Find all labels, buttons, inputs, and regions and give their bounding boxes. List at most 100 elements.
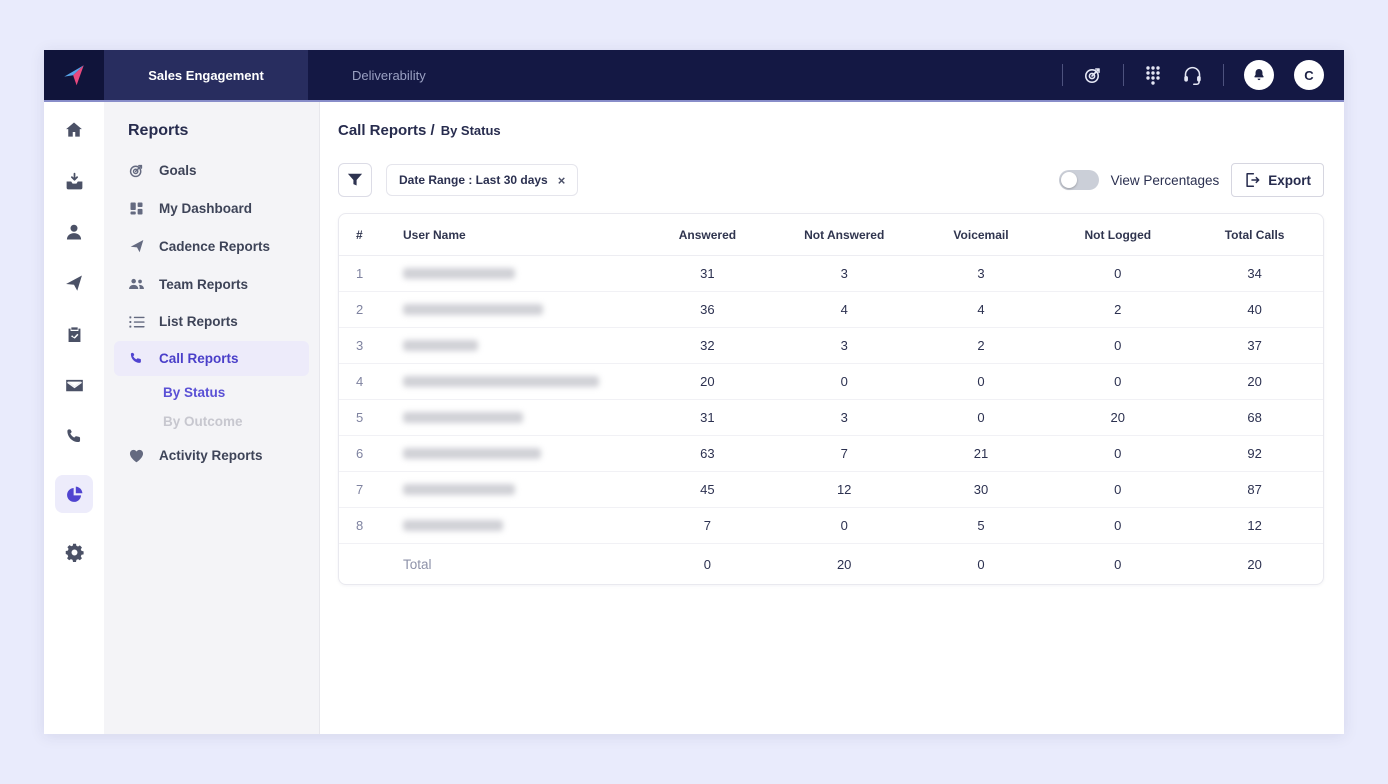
answered-cell: 32 <box>639 338 776 353</box>
table-row: 663721092 <box>339 436 1323 472</box>
rail-contacts-person-icon[interactable] <box>55 220 93 244</box>
view-percentages-label: View Percentages <box>1111 173 1220 188</box>
not-logged-cell: 0 <box>1049 446 1186 461</box>
row-index: 4 <box>339 374 387 389</box>
total-not-answered: 20 <box>776 557 913 572</box>
toolbar: Date Range : Last 30 days × View Percent… <box>338 163 1324 197</box>
redacted-user-name <box>403 484 515 495</box>
sidebar-subitem-by-status[interactable]: By Status <box>104 378 319 407</box>
tab-deliverability-label: Deliverability <box>352 68 426 83</box>
sidebar-item-label: Activity Reports <box>159 448 263 463</box>
column-header-user-name[interactable]: User Name <box>387 228 639 242</box>
phone-icon <box>128 351 145 366</box>
send-icon <box>128 238 145 254</box>
sidebar-subitem-by-outcome[interactable]: By Outcome <box>104 407 319 436</box>
sidebar-item-goals[interactable]: Goals <box>114 152 309 189</box>
table-row: 13133034 <box>339 256 1323 292</box>
total-row-label: Total <box>387 557 639 572</box>
total-calls-cell: 40 <box>1186 302 1323 317</box>
topbar-actions: C <box>1062 50 1344 100</box>
sidebar-item-activity-reports[interactable]: Activity Reports <box>114 438 309 473</box>
rail-inbox-tray-icon[interactable] <box>55 169 93 193</box>
column-header-answered[interactable]: Answered <box>639 228 776 242</box>
total-calls-cell: 87 <box>1186 482 1323 497</box>
rail-home-icon[interactable] <box>55 118 93 142</box>
not-logged-cell: 0 <box>1049 338 1186 353</box>
rail-tasks-clipboard-icon[interactable] <box>55 322 93 346</box>
column-header-not-logged[interactable]: Not Logged <box>1049 228 1186 242</box>
sidebar-item-cadence-reports[interactable]: Cadence Reports <box>114 228 309 264</box>
answered-cell: 7 <box>639 518 776 533</box>
filter-chip-label: Date Range : Last 30 days <box>399 173 548 187</box>
sidebar-item-list-reports[interactable]: List Reports <box>114 304 309 339</box>
column-header-not-answered[interactable]: Not Answered <box>776 228 913 242</box>
sidebar-item-team-reports[interactable]: Team Reports <box>114 266 309 302</box>
total-calls-cell: 68 <box>1186 410 1323 425</box>
redacted-user-name <box>403 520 503 531</box>
filter-button[interactable] <box>338 163 372 197</box>
voicemail-cell: 3 <box>913 266 1050 281</box>
chip-close-icon[interactable]: × <box>558 174 566 187</box>
app-window: Sales Engagement Deliverability <box>44 50 1344 734</box>
row-index: 7 <box>339 482 387 497</box>
sidebar-item-label: Call Reports <box>159 351 239 366</box>
topbar-divider <box>1123 64 1124 86</box>
call-reports-table: # User Name Answered Not Answered Voicem… <box>338 213 1324 585</box>
column-header-voicemail[interactable]: Voicemail <box>913 228 1050 242</box>
topbar-divider <box>1062 64 1063 86</box>
left-icon-rail <box>44 102 104 734</box>
export-button[interactable]: Export <box>1231 163 1324 197</box>
not-logged-cell: 0 <box>1049 518 1186 533</box>
row-index: 8 <box>339 518 387 533</box>
toolbar-right: View Percentages Export <box>1059 163 1324 197</box>
total-calls-cell: 34 <box>1186 266 1323 281</box>
total-calls-cell: 20 <box>1186 374 1323 389</box>
sidebar-subitem-label: By Status <box>163 385 225 400</box>
heart-icon <box>128 449 145 463</box>
table-row: 33232037 <box>339 328 1323 364</box>
rail-settings-gear-icon[interactable] <box>55 540 93 564</box>
goal-target-icon[interactable] <box>1083 65 1103 85</box>
row-index: 1 <box>339 266 387 281</box>
total-answered: 0 <box>639 557 776 572</box>
user-name-cell <box>387 340 639 351</box>
column-header-index[interactable]: # <box>339 228 387 242</box>
top-navigation-bar: Sales Engagement Deliverability <box>44 50 1344 102</box>
tab-sales-engagement[interactable]: Sales Engagement <box>104 50 308 100</box>
topbar-divider <box>1223 64 1224 86</box>
not-logged-cell: 20 <box>1049 410 1186 425</box>
breadcrumb-page: By Status <box>441 123 501 138</box>
voicemail-cell: 30 <box>913 482 1050 497</box>
tab-deliverability[interactable]: Deliverability <box>308 50 426 100</box>
sidebar-item-my-dashboard[interactable]: My Dashboard <box>114 191 309 226</box>
rail-email-envelope-icon[interactable] <box>55 373 93 397</box>
answered-cell: 20 <box>639 374 776 389</box>
notification-bell-icon[interactable] <box>1244 60 1274 90</box>
not-logged-cell: 0 <box>1049 266 1186 281</box>
sidebar-item-label: Team Reports <box>159 277 248 292</box>
rail-reports-pie-chart-icon[interactable] <box>55 475 93 513</box>
answered-cell: 45 <box>639 482 776 497</box>
team-icon <box>128 276 145 292</box>
date-range-filter-chip[interactable]: Date Range : Last 30 days × <box>386 164 578 196</box>
not-logged-cell: 0 <box>1049 374 1186 389</box>
sidebar-item-call-reports[interactable]: Call Reports <box>114 341 309 376</box>
app-logo[interactable] <box>44 50 104 100</box>
user-avatar[interactable]: C <box>1294 60 1324 90</box>
table-row: 42000020 <box>339 364 1323 400</box>
view-percentages-toggle[interactable] <box>1059 170 1099 190</box>
table-row: 8705012 <box>339 508 1323 544</box>
dialpad-icon[interactable] <box>1144 65 1162 85</box>
column-header-total-calls[interactable]: Total Calls <box>1186 228 1323 242</box>
voicemail-cell: 2 <box>913 338 1050 353</box>
redacted-user-name <box>403 304 543 315</box>
rail-calls-phone-icon[interactable] <box>55 424 93 448</box>
redacted-user-name <box>403 376 599 387</box>
sidebar-item-label: Goals <box>159 163 197 178</box>
list-icon <box>128 315 145 329</box>
sidebar-item-label: List Reports <box>159 314 238 329</box>
not-answered-cell: 3 <box>776 338 913 353</box>
answered-cell: 63 <box>639 446 776 461</box>
headset-icon[interactable] <box>1182 65 1203 86</box>
rail-cadence-send-icon[interactable] <box>55 271 93 295</box>
